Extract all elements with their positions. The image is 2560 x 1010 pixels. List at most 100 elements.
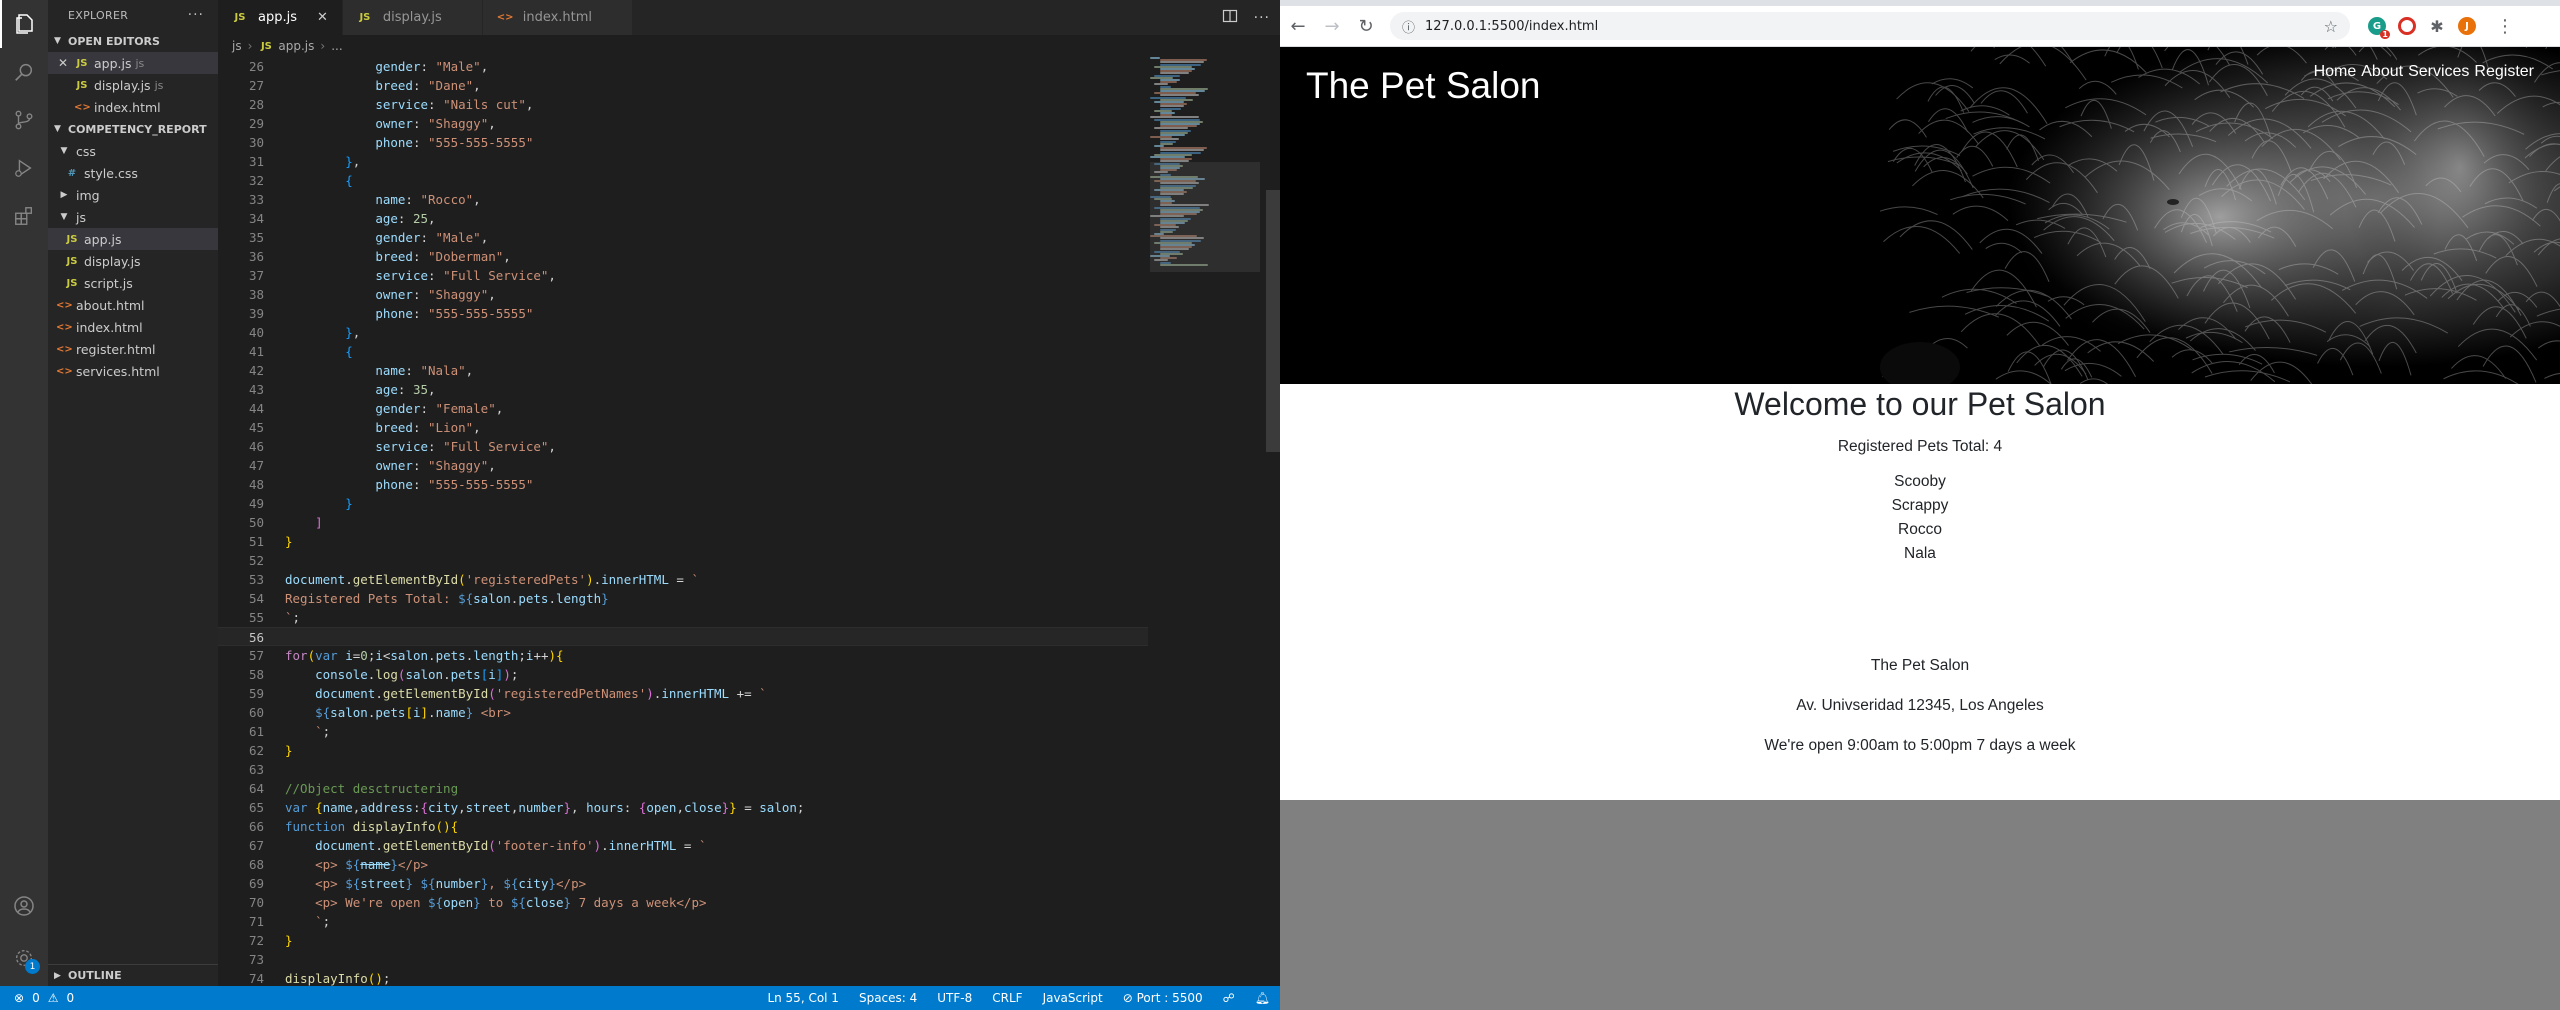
- close-icon[interactable]: ✕: [317, 10, 328, 25]
- back-arrow-icon[interactable]: ←: [1282, 10, 1314, 42]
- grammarly-extension-icon[interactable]: G1: [2368, 17, 2390, 39]
- line-number: 33: [248, 192, 264, 207]
- code-line: 46 service: "Full Service",: [218, 437, 1148, 456]
- tree-folder[interactable]: ▶ img: [48, 184, 218, 206]
- split-editor-icon[interactable]: [1222, 8, 1238, 28]
- html-file-icon: <>: [56, 299, 73, 311]
- warning-count[interactable]: 0: [66, 991, 74, 1005]
- minimap-viewport[interactable]: [1150, 162, 1260, 272]
- code-line: 29 owner: "Shaggy",: [218, 114, 1148, 133]
- js-file-icon: JS: [66, 255, 78, 267]
- line-number: 71: [248, 914, 264, 929]
- open-editor-item[interactable]: JS display.js js: [48, 74, 218, 96]
- close-icon[interactable]: ✕: [56, 56, 70, 70]
- source-control-icon[interactable]: [0, 96, 48, 144]
- tree-file[interactable]: <> services.html: [48, 360, 218, 382]
- page-viewport: The Pet Salon Home About Services Regist…: [1280, 47, 2560, 1010]
- reload-icon[interactable]: ↻: [1350, 10, 1382, 42]
- info-icon[interactable]: ⓘ: [1402, 17, 1415, 36]
- nav-about-link[interactable]: About: [2361, 63, 2403, 81]
- accounts-icon[interactable]: [0, 882, 48, 930]
- tree-folder[interactable]: ▼ css: [48, 140, 218, 162]
- indentation[interactable]: Spaces: 4: [859, 991, 917, 1005]
- code-editor[interactable]: 26 gender: "Male", 27 breed: "Dane", 28 se…: [218, 57, 1148, 986]
- code-line: 42 name: "Nala",: [218, 361, 1148, 380]
- js-file-icon: JS: [76, 79, 88, 91]
- cursor-position[interactable]: Ln 55, Col 1: [767, 991, 839, 1005]
- browser-toolbar: ← → ↻ ⓘ 127.0.0.1:5500/index.html ☆ G1 ✱…: [1280, 6, 2560, 47]
- breadcrumb-folder[interactable]: js: [232, 39, 242, 53]
- code-text: },: [345, 325, 361, 340]
- files-icon[interactable]: [0, 0, 48, 48]
- notifications-bell-icon[interactable]: 🔔︎: [1255, 991, 1270, 1005]
- tree-item-label: script.js: [84, 275, 133, 291]
- editor-scrollbar[interactable]: [1266, 190, 1280, 452]
- tree-file[interactable]: # style.css: [48, 162, 218, 184]
- tree-file[interactable]: <> index.html: [48, 316, 218, 338]
- tree-file[interactable]: JS app.js: [48, 228, 218, 250]
- encoding[interactable]: UTF-8: [937, 991, 972, 1005]
- record-extension-icon[interactable]: [2398, 17, 2416, 35]
- page-background: [1280, 800, 2560, 1010]
- activity-bar: 1: [0, 0, 48, 986]
- breadcrumb-file[interactable]: app.js: [278, 39, 314, 53]
- tab-label: app.js: [258, 10, 297, 25]
- bookmark-star-icon[interactable]: ☆: [2324, 17, 2338, 36]
- editor-tab[interactable]: JS display.js: [342, 0, 483, 35]
- code-text: phone: "555-555-5555": [375, 135, 534, 150]
- line-number: 67: [248, 838, 264, 853]
- tree-file[interactable]: JS display.js: [48, 250, 218, 272]
- code-text: breed: "Dane",: [375, 78, 481, 93]
- more-actions-icon[interactable]: ···: [188, 7, 204, 23]
- run-debug-icon[interactable]: [0, 144, 48, 192]
- code-line: 61 `;: [218, 722, 1148, 741]
- language-mode[interactable]: JavaScript: [1043, 991, 1103, 1005]
- tree-folder[interactable]: ▼ js: [48, 206, 218, 228]
- forward-arrow-icon[interactable]: →: [1316, 10, 1348, 42]
- editor-tab[interactable]: <> index.html: [482, 0, 634, 35]
- open-editors-section[interactable]: ▼ OPEN EDITORS: [48, 30, 218, 52]
- live-server-port[interactable]: ⊘ Port : 5500: [1123, 991, 1203, 1005]
- nav-home-link[interactable]: Home: [2314, 63, 2357, 81]
- feedback-icon[interactable]: ☍: [1223, 991, 1235, 1005]
- end-of-line[interactable]: CRLF: [992, 991, 1022, 1005]
- search-icon[interactable]: [0, 48, 48, 96]
- code-line: 30 phone: "555-555-5555": [218, 133, 1148, 152]
- nav-services-link[interactable]: Services: [2408, 63, 2469, 81]
- editor-area: JS app.js ✕ JS display.js <> index.html ··· js…: [218, 0, 1280, 986]
- profile-avatar[interactable]: J: [2458, 17, 2476, 35]
- error-icon[interactable]: ⊗: [14, 991, 24, 1005]
- line-number: 68: [248, 857, 264, 872]
- line-number: 49: [248, 496, 264, 511]
- nav-register-link[interactable]: Register: [2474, 63, 2534, 81]
- url-text[interactable]: 127.0.0.1:5500/index.html: [1425, 19, 1598, 34]
- code-line: 49 }: [218, 494, 1148, 513]
- error-count[interactable]: 0: [32, 991, 40, 1005]
- settings-gear-icon[interactable]: 1: [0, 934, 48, 982]
- code-text: age: 25,: [375, 211, 436, 226]
- code-line: 52: [218, 551, 1148, 570]
- address-bar[interactable]: ⓘ 127.0.0.1:5500/index.html ☆: [1390, 12, 2350, 40]
- breadcrumb-symbol[interactable]: ...: [331, 39, 342, 53]
- outline-section[interactable]: ▶ OUTLINE: [48, 964, 218, 986]
- warning-icon[interactable]: ⚠: [48, 991, 59, 1005]
- tree-file[interactable]: <> register.html: [48, 338, 218, 360]
- code-text: phone: "555-555-5555": [375, 306, 534, 321]
- js-file-icon: JS: [66, 233, 78, 245]
- open-editor-item[interactable]: <> index.html: [48, 96, 218, 118]
- tree-file[interactable]: JS script.js: [48, 272, 218, 294]
- tab-label: index.html: [522, 10, 593, 25]
- extensions-icon[interactable]: [0, 192, 48, 240]
- tree-file[interactable]: <> about.html: [48, 294, 218, 316]
- minimap[interactable]: [1150, 57, 1260, 357]
- line-number: 34: [248, 211, 264, 226]
- line-number: 37: [248, 268, 264, 283]
- project-section[interactable]: ▼ COMPETENCY_REPORT: [48, 118, 218, 140]
- pet-name: Scooby: [1894, 473, 1946, 490]
- editor-more-icon[interactable]: ···: [1254, 10, 1270, 26]
- open-editor-item[interactable]: ✕ JS app.js js: [48, 52, 218, 74]
- browser-menu-icon[interactable]: ⋮: [2496, 16, 2514, 37]
- extensions-puzzle-icon[interactable]: ✱: [2428, 17, 2446, 36]
- line-number: 30: [248, 135, 264, 150]
- editor-tab[interactable]: JS app.js ✕: [218, 0, 343, 35]
